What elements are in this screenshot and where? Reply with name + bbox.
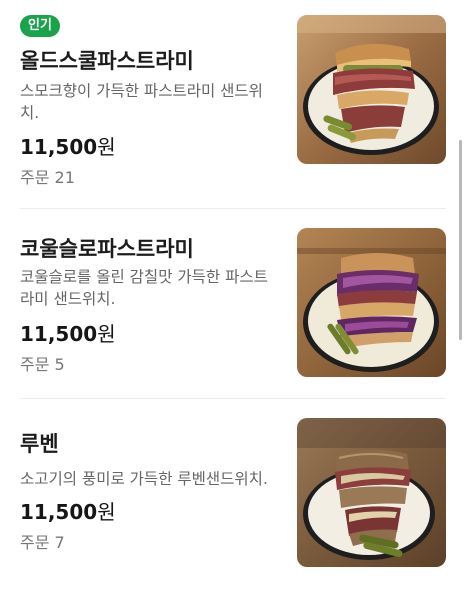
orders-label: 주문 bbox=[20, 168, 50, 187]
orders-label: 주문 bbox=[20, 355, 50, 374]
scrollbar[interactable] bbox=[459, 140, 462, 340]
menu-item-name: 루벤 bbox=[20, 432, 59, 456]
menu-item-description: 스모크향이 가득한 파스트라미 샌드위치. bbox=[20, 82, 263, 122]
orders-label: 주문 bbox=[20, 533, 50, 552]
pastrami-sandwich-image[interactable] bbox=[297, 15, 446, 164]
menu-item-description: 코울슬로를 올린 감칠맛 가득한 파스트라미 샌드위치. bbox=[20, 268, 268, 308]
price-currency: 원 bbox=[97, 322, 116, 346]
menu-item-name: 코울슬로파스트라미 bbox=[20, 237, 194, 261]
orders-count: 21 bbox=[54, 168, 75, 187]
price-value: 11,500 bbox=[20, 322, 98, 346]
menu-list: 인기 올드스쿨파스트라미 스모크향이 가득한 파스트라미 샌드위치. 11,50… bbox=[0, 0, 466, 590]
price-currency: 원 bbox=[97, 500, 116, 524]
menu-item[interactable]: 루벤 소고기의 풍미로 가득한 루벤샌드위치. 11,500원 주문 7 bbox=[0, 398, 466, 588]
menu-item[interactable]: 코울슬로파스트라미 코울슬로를 올린 감칠맛 가득한 파스트라미 샌드위치. 1… bbox=[0, 208, 466, 398]
menu-item-price: 11,500원 bbox=[20, 318, 116, 347]
menu-item-orders: 주문 7 bbox=[20, 529, 65, 553]
price-value: 11,500 bbox=[20, 135, 98, 159]
orders-count: 5 bbox=[54, 355, 65, 374]
reuben-sandwich-image[interactable] bbox=[297, 418, 446, 567]
menu-item-orders: 주문 21 bbox=[20, 164, 75, 188]
menu-item-description: 소고기의 풍미로 가득한 루벤샌드위치. bbox=[20, 470, 268, 488]
menu-item-orders: 주문 5 bbox=[20, 351, 65, 375]
popular-badge: 인기 bbox=[20, 15, 60, 37]
menu-item-price: 11,500원 bbox=[20, 131, 116, 160]
coleslaw-pastrami-sandwich-image[interactable] bbox=[297, 228, 446, 377]
menu-item[interactable]: 인기 올드스쿨파스트라미 스모크향이 가득한 파스트라미 샌드위치. 11,50… bbox=[0, 0, 466, 190]
menu-item-name: 올드스쿨파스트라미 bbox=[20, 49, 194, 73]
orders-count: 7 bbox=[54, 533, 65, 552]
price-value: 11,500 bbox=[20, 500, 98, 524]
menu-item-price: 11,500원 bbox=[20, 496, 116, 525]
price-currency: 원 bbox=[97, 135, 116, 159]
